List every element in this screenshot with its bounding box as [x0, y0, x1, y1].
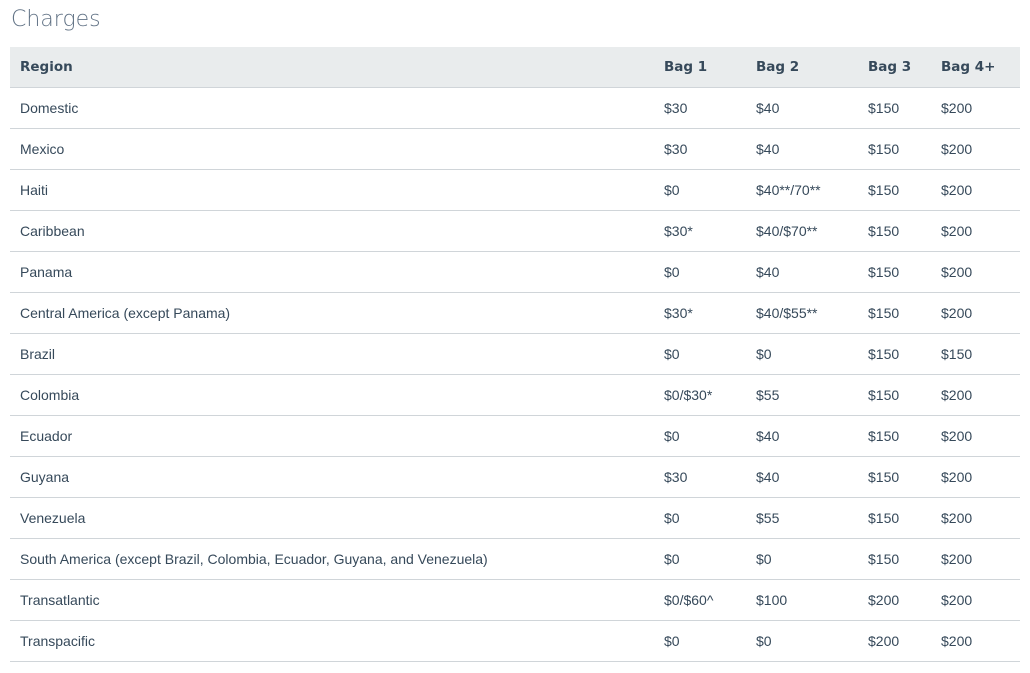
bag-1-cell: $0: [664, 620, 756, 662]
bag-2-cell: $40**/70**: [756, 169, 868, 211]
bag-2-cell: $40/$55**: [756, 292, 868, 334]
table-row: Domestic $30 $40 $150 $200: [10, 87, 1020, 129]
bag-4-plus-cell: $200: [941, 415, 1020, 457]
table-row: Haiti $0 $40**/70** $150 $200: [10, 169, 1020, 211]
bag-1-cell: $0: [664, 415, 756, 457]
bag-4-plus-cell: $200: [941, 374, 1020, 416]
region-cell: Mexico: [10, 128, 664, 170]
header-row: Region Bag 1 Bag 2 Bag 3 Bag 4+: [10, 47, 1020, 88]
bag-2-cell: $55: [756, 374, 868, 416]
bag-2-cell: $55: [756, 497, 868, 539]
table-row: Panama $0 $40 $150 $200: [10, 251, 1020, 293]
table-row: Caribbean $30* $40/$70** $150 $200: [10, 210, 1020, 252]
bag-1-cell: $30: [664, 87, 756, 129]
bag-1-cell: $0/$60^: [664, 579, 756, 621]
bag-2-cell: $0: [756, 538, 868, 580]
bag-4-plus-cell: $150: [941, 333, 1020, 375]
bag-2-cell: $40/$70**: [756, 210, 868, 252]
bag-4-plus-cell: $200: [941, 456, 1020, 498]
bag-3-cell: $150: [868, 374, 941, 416]
bag-3-cell: $150: [868, 333, 941, 375]
bag-4-plus-cell: $200: [941, 497, 1020, 539]
table-row: Guyana $30 $40 $150 $200: [10, 456, 1020, 498]
table-row: Colombia $0/$30* $55 $150 $200: [10, 374, 1020, 416]
bag-2-cell: $40: [756, 415, 868, 457]
region-cell: Domestic: [10, 87, 664, 129]
bag-3-cell: $150: [868, 456, 941, 498]
header-bag-3: Bag 3: [868, 47, 941, 88]
bag-1-cell: $30*: [664, 210, 756, 252]
bag-1-cell: $0: [664, 251, 756, 293]
bag-4-plus-cell: $200: [941, 169, 1020, 211]
bag-3-cell: $150: [868, 251, 941, 293]
bag-3-cell: $150: [868, 210, 941, 252]
region-cell: Panama: [10, 251, 664, 293]
table-row: Brazil $0 $0 $150 $150: [10, 333, 1020, 375]
header-bag-2: Bag 2: [756, 47, 868, 88]
bag-2-cell: $100: [756, 579, 868, 621]
bag-3-cell: $150: [868, 128, 941, 170]
region-cell: South America (except Brazil, Colombia, …: [10, 538, 664, 580]
bag-3-cell: $150: [868, 415, 941, 457]
bag-2-cell: $0: [756, 620, 868, 662]
bag-4-plus-cell: $200: [941, 620, 1020, 662]
bag-1-cell: $0/$30*: [664, 374, 756, 416]
table-row: Transatlantic $0/$60^ $100 $200 $200: [10, 579, 1020, 621]
bag-1-cell: $0: [664, 538, 756, 580]
bag-3-cell: $200: [868, 620, 941, 662]
bag-1-cell: $0: [664, 169, 756, 211]
region-cell: Ecuador: [10, 415, 664, 457]
bag-4-plus-cell: $200: [941, 128, 1020, 170]
table-row: Ecuador $0 $40 $150 $200: [10, 415, 1020, 457]
bag-2-cell: $0: [756, 333, 868, 375]
bag-2-cell: $40: [756, 251, 868, 293]
bag-1-cell: $30*: [664, 292, 756, 334]
bag-3-cell: $150: [868, 169, 941, 211]
region-cell: Central America (except Panama): [10, 292, 664, 334]
bag-4-plus-cell: $200: [941, 210, 1020, 252]
header-bag-4-plus: Bag 4+: [941, 47, 1020, 88]
bag-3-cell: $150: [868, 538, 941, 580]
charges-table: Region Bag 1 Bag 2 Bag 3 Bag 4+ Domestic…: [10, 47, 1020, 662]
section-title: Charges: [11, 7, 101, 32]
bag-3-cell: $150: [868, 292, 941, 334]
table-row: Central America (except Panama) $30* $40/$…: [10, 292, 1020, 334]
region-cell: Colombia: [10, 374, 664, 416]
table-row: Transpacific $0 $0 $200 $200: [10, 620, 1020, 662]
charges-page: Charges Region Bag 1 Bag 2 Bag 3 Bag 4+ …: [0, 0, 1030, 673]
table-row: Venezuela $0 $55 $150 $200: [10, 497, 1020, 539]
region-cell: Caribbean: [10, 210, 664, 252]
table-row: Mexico $30 $40 $150 $200: [10, 128, 1020, 170]
region-cell: Guyana: [10, 456, 664, 498]
bag-1-cell: $0: [664, 497, 756, 539]
bag-2-cell: $40: [756, 128, 868, 170]
bag-1-cell: $0: [664, 333, 756, 375]
bag-4-plus-cell: $200: [941, 579, 1020, 621]
bag-2-cell: $40: [756, 87, 868, 129]
bag-1-cell: $30: [664, 128, 756, 170]
bag-3-cell: $150: [868, 497, 941, 539]
table-body: Domestic $30 $40 $150 $200 Mexico $30 $40 $150 $2…: [10, 87, 1020, 662]
region-cell: Transpacific: [10, 620, 664, 662]
region-cell: Transatlantic: [10, 579, 664, 621]
bag-3-cell: $150: [868, 87, 941, 129]
header-bag-1: Bag 1: [664, 47, 756, 88]
region-cell: Haiti: [10, 169, 664, 211]
table-row: South America (except Brazil, Colombia, …: [10, 538, 1020, 580]
table-header: Region Bag 1 Bag 2 Bag 3 Bag 4+: [10, 47, 1020, 88]
region-cell: Venezuela: [10, 497, 664, 539]
header-region: Region: [10, 47, 664, 88]
region-cell: Brazil: [10, 333, 664, 375]
bag-4-plus-cell: $200: [941, 251, 1020, 293]
bag-3-cell: $200: [868, 579, 941, 621]
bag-4-plus-cell: $200: [941, 292, 1020, 334]
bag-4-plus-cell: $200: [941, 538, 1020, 580]
bag-4-plus-cell: $200: [941, 87, 1020, 129]
bag-2-cell: $40: [756, 456, 868, 498]
bag-1-cell: $30: [664, 456, 756, 498]
